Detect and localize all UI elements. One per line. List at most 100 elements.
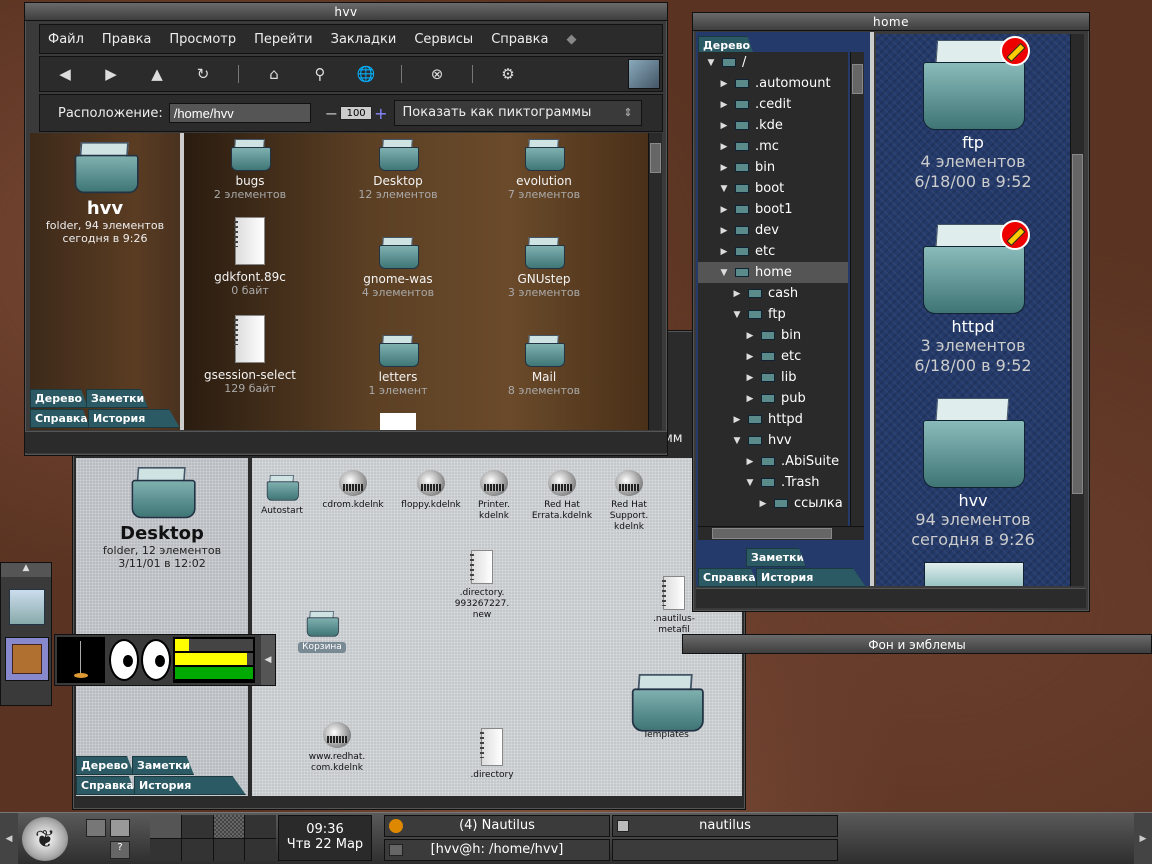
floppy-item[interactable]: floppy.kdelnk bbox=[396, 470, 466, 511]
tree-vertical-scrollbar[interactable] bbox=[850, 52, 864, 526]
file-item[interactable]: gdkfont.89c 0 байт bbox=[200, 217, 300, 297]
tree-item[interactable]: ▶ ссылка bbox=[698, 493, 848, 514]
clock-applet[interactable]: 09:36 Чтв 22 Мар bbox=[278, 815, 372, 861]
tree-item[interactable]: ▶ httpd bbox=[698, 409, 848, 430]
drawer-icon[interactable] bbox=[5, 637, 49, 681]
launcher-icon[interactable] bbox=[110, 819, 130, 837]
tab-notes[interactable]: Заметки bbox=[86, 389, 148, 408]
directory-item[interactable]: .directory bbox=[464, 728, 520, 781]
pane-divider[interactable] bbox=[870, 32, 874, 586]
tab-tree[interactable]: Дерево bbox=[76, 756, 134, 775]
applet-hide-arrow-icon[interactable]: ◀ bbox=[261, 635, 275, 685]
workspace-6[interactable] bbox=[181, 838, 213, 861]
tree-item[interactable]: ▼ boot bbox=[698, 178, 848, 199]
tree-item[interactable]: ▶ .AbiSuite bbox=[698, 451, 848, 472]
tree-item[interactable]: ▶ etc bbox=[698, 241, 848, 262]
file-item[interactable]: bugs 2 элементов bbox=[200, 139, 300, 201]
zoom-in-button[interactable]: + bbox=[374, 104, 387, 123]
tree-item[interactable]: ▼ ftp bbox=[698, 304, 848, 325]
collapsed-arrow-icon[interactable]: ▶ bbox=[717, 121, 731, 131]
cdrom-item[interactable]: cdrom.kdelnk bbox=[318, 470, 388, 511]
home-icon[interactable]: ⌂ bbox=[263, 63, 285, 85]
stop-icon[interactable]: ⊗ bbox=[426, 63, 448, 85]
files-icon[interactable] bbox=[9, 589, 45, 625]
hvv-folder-item[interactable]: hvv 94 элементов сегодня в 9:26 bbox=[876, 398, 1070, 550]
expanded-arrow-icon[interactable]: ▼ bbox=[743, 478, 757, 488]
tab-notes[interactable]: Заметки bbox=[132, 756, 194, 775]
tab-help[interactable]: Справка bbox=[698, 568, 758, 587]
launcher-icon[interactable] bbox=[86, 819, 106, 837]
workspace-3[interactable] bbox=[213, 815, 245, 838]
trash-item[interactable]: Корзина bbox=[298, 608, 346, 653]
collapsed-arrow-icon[interactable]: ▶ bbox=[717, 142, 731, 152]
zoom-out-button[interactable]: − bbox=[325, 104, 338, 123]
workspace-pager[interactable] bbox=[150, 815, 276, 861]
scroll-thumb[interactable] bbox=[712, 528, 832, 539]
menu-edit[interactable]: Правка bbox=[102, 32, 151, 47]
location-input[interactable] bbox=[168, 103, 311, 123]
expanded-arrow-icon[interactable]: ▼ bbox=[717, 268, 731, 278]
back-icon[interactable]: ◀ bbox=[54, 63, 76, 85]
support-item[interactable]: Red Hat Support. kdelnk bbox=[598, 470, 660, 533]
ftp-folder-item[interactable]: ftp 4 элементов 6/18/00 в 9:52 bbox=[876, 36, 1070, 192]
reload-icon[interactable]: ↻ bbox=[192, 63, 214, 85]
file-item[interactable]: letters 1 элемент bbox=[348, 335, 448, 397]
scroll-thumb[interactable] bbox=[1072, 154, 1083, 494]
workspace-5[interactable] bbox=[150, 838, 181, 861]
hvv-vertical-scrollbar[interactable] bbox=[648, 133, 662, 430]
file-item[interactable]: gsession-select 129 байт bbox=[200, 315, 300, 395]
taskbar-nautilus[interactable]: nautilus bbox=[612, 815, 838, 837]
tree-item[interactable]: ▶ .kde bbox=[698, 115, 848, 136]
gnome-foot-menu-icon[interactable]: ❦ bbox=[22, 817, 68, 861]
tree-item[interactable]: ▼ hvv bbox=[698, 430, 848, 451]
file-item[interactable]: evolution 7 элементов bbox=[494, 139, 594, 201]
expanded-arrow-icon[interactable]: ▼ bbox=[717, 184, 731, 194]
autostart-item[interactable]: Autostart bbox=[258, 472, 306, 517]
scroll-thumb[interactable] bbox=[852, 64, 863, 94]
menu-file[interactable]: Файл bbox=[48, 32, 84, 47]
tree-item[interactable]: ▶ .mc bbox=[698, 136, 848, 157]
collapsed-arrow-icon[interactable]: ▶ bbox=[743, 331, 757, 341]
tree-item[interactable]: ▶ dev bbox=[698, 220, 848, 241]
templates-item[interactable]: Templates bbox=[614, 672, 718, 741]
workspace-8[interactable] bbox=[245, 838, 276, 861]
panel-hide-right-icon[interactable]: ▶ bbox=[1134, 813, 1152, 864]
help-icon[interactable]: ? bbox=[110, 841, 130, 859]
expanded-arrow-icon[interactable]: ▼ bbox=[730, 436, 744, 446]
collapsed-arrow-icon[interactable]: ▶ bbox=[743, 394, 757, 404]
tree-item[interactable]: ▶ .cedit bbox=[698, 94, 848, 115]
tree-item[interactable]: ▶ lib bbox=[698, 367, 848, 388]
tab-history[interactable]: История bbox=[756, 568, 866, 587]
tab-help[interactable]: Справка bbox=[30, 409, 90, 428]
tree-item[interactable]: ▶ bin bbox=[698, 325, 848, 346]
file-item[interactable]: GNUstep 3 элементов bbox=[494, 237, 594, 299]
collapsed-arrow-icon[interactable]: ▶ bbox=[743, 352, 757, 362]
tree-item[interactable]: ▼ .Trash bbox=[698, 472, 848, 493]
tree-item[interactable]: ▶ bin bbox=[698, 157, 848, 178]
up-icon[interactable]: ▲ bbox=[146, 63, 168, 85]
tree-item[interactable]: ▼ home bbox=[698, 262, 848, 283]
menu-tools[interactable]: Сервисы bbox=[414, 32, 473, 47]
background-emblems-window-title[interactable]: Фон и эмблемы bbox=[682, 634, 1152, 654]
printer-item[interactable]: Printer. kdelnk bbox=[466, 470, 522, 522]
tree-item[interactable]: ▶ boot1 bbox=[698, 199, 848, 220]
collapsed-arrow-icon[interactable]: ▶ bbox=[730, 289, 744, 299]
workspace-1[interactable] bbox=[150, 815, 181, 838]
tree-item[interactable]: ▶ etc bbox=[698, 346, 848, 367]
menu-go[interactable]: Перейти bbox=[254, 32, 313, 47]
tree-horizontal-scrollbar[interactable] bbox=[698, 526, 864, 540]
tree-item[interactable]: ▶ pub bbox=[698, 388, 848, 409]
home-window-title[interactable]: home bbox=[693, 13, 1089, 31]
redhat-link-item[interactable]: www.redhat. com.kdelnk bbox=[302, 722, 372, 774]
file-item[interactable]: Mail 8 элементов bbox=[494, 335, 594, 397]
expanded-arrow-icon[interactable]: ▼ bbox=[730, 310, 744, 320]
file-item[interactable]: Desktop 12 элементов bbox=[348, 139, 448, 201]
menu-help[interactable]: Справка bbox=[491, 32, 548, 47]
view-as-select[interactable]: Показать как пиктограммы bbox=[393, 100, 642, 126]
tab-notes[interactable]: Заметки bbox=[746, 548, 806, 567]
workspace-7[interactable] bbox=[213, 838, 245, 861]
tab-help[interactable]: Справка bbox=[76, 776, 136, 795]
drawer-up-arrow-icon[interactable]: ▲ bbox=[1, 563, 51, 577]
menu-view[interactable]: Просмотр bbox=[169, 32, 236, 47]
menu-bookmarks[interactable]: Закладки bbox=[331, 32, 397, 47]
